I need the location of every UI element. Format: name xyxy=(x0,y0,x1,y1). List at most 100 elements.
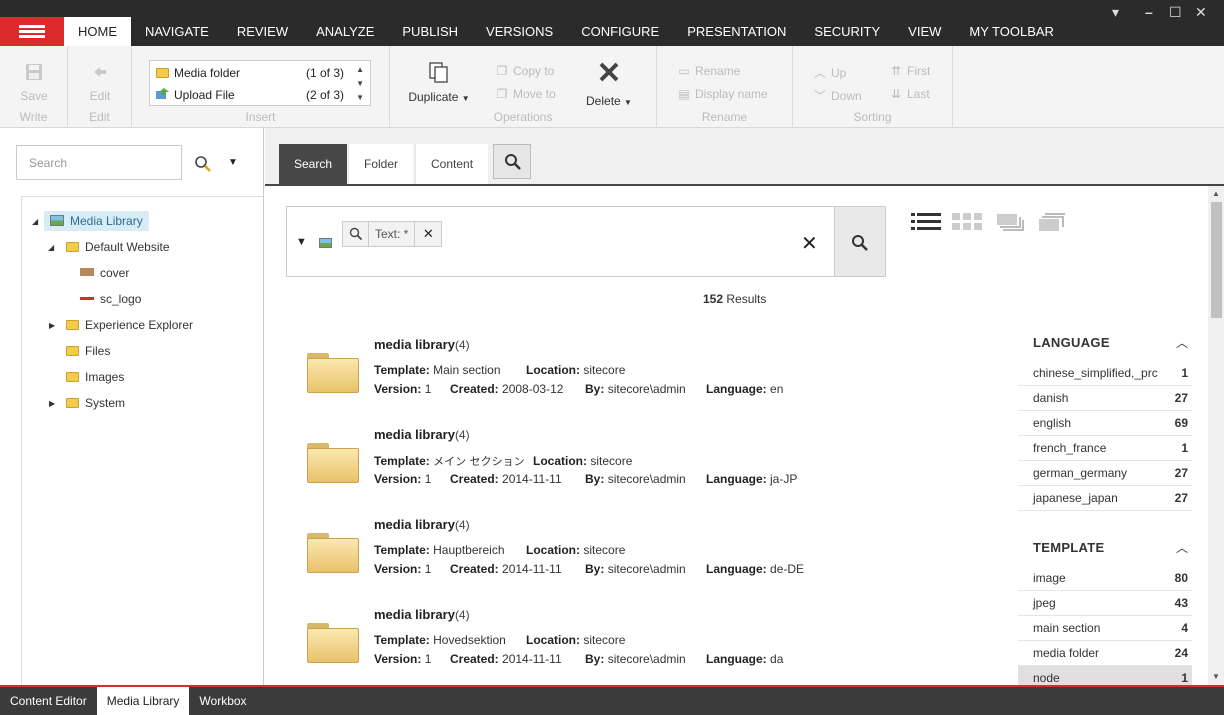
facet-row[interactable]: media folder 24 xyxy=(1018,641,1192,666)
collapse-language-chevron-up-icon[interactable]: ︿ xyxy=(1176,334,1188,351)
operations-group-label: Operations xyxy=(493,110,553,124)
window-menu-icon[interactable]: ▾ xyxy=(1112,4,1119,21)
tree-node-media-library[interactable]: Media Library xyxy=(44,211,149,231)
facet-row[interactable]: danish 27 xyxy=(1018,386,1192,411)
result-item[interactable]: media library(4) Template: Main section L… xyxy=(305,337,1005,407)
scroll-thumb[interactable] xyxy=(1211,202,1222,318)
grid-view-icon[interactable] xyxy=(952,212,984,232)
delete-button[interactable]: Delete ▼ xyxy=(576,60,642,108)
tab-analyze[interactable]: ANALYZE xyxy=(302,17,388,46)
facet-row[interactable]: english 69 xyxy=(1018,411,1192,436)
collapse-template-chevron-up-icon[interactable]: ︿ xyxy=(1176,539,1188,556)
scroll-down-icon[interactable]: ▼ xyxy=(1212,672,1220,681)
results-scrollbar[interactable]: ▲ ▼ xyxy=(1208,186,1224,685)
chevron-down-icon: ▼ xyxy=(461,94,470,103)
chip-search-icon[interactable] xyxy=(343,222,369,246)
tab-versions[interactable]: VERSIONS xyxy=(472,17,567,46)
minimize-icon[interactable]: – xyxy=(1145,4,1153,20)
tree-node-experience-explorer[interactable]: Experience Explorer xyxy=(66,315,193,335)
tab-navigate[interactable]: NAVIGATE xyxy=(131,17,223,46)
tree-node-cover[interactable]: cover xyxy=(80,263,129,283)
tab-workbox[interactable]: Workbox xyxy=(189,687,256,715)
tab-folder[interactable]: Folder xyxy=(349,144,414,184)
result-item[interactable]: media library(4) Template: Hovedsektion L… xyxy=(305,607,1005,677)
tab-presentation[interactable]: PRESENTATION xyxy=(673,17,800,46)
save-label: Save xyxy=(20,89,48,103)
result-title[interactable]: media library(4) xyxy=(374,337,470,352)
insert-media-folder[interactable]: Media folder (1 of 3) xyxy=(156,63,352,83)
chip-remove-icon[interactable]: ✕ xyxy=(415,222,441,246)
edit-button[interactable]: Edit xyxy=(68,62,132,103)
result-meta-line-2: Version: 1 Created: 2014-11-11 By: sitecor… xyxy=(374,652,784,666)
tab-media-library[interactable]: Media Library xyxy=(96,687,190,715)
tab-view[interactable]: VIEW xyxy=(894,17,955,46)
facet-row[interactable]: main section 4 xyxy=(1018,616,1192,641)
tab-content[interactable]: Content xyxy=(415,144,489,184)
tree-search-box xyxy=(16,145,182,180)
media-search-box[interactable]: ▼ Text: * ✕ ✕ xyxy=(286,206,835,277)
insert-group-label: Insert xyxy=(245,110,276,124)
clear-search-icon[interactable]: ✕ xyxy=(801,231,818,256)
result-item[interactable]: media library(4) Template: メイン セクション Loca… xyxy=(305,427,1005,497)
list-view-icon[interactable] xyxy=(911,212,941,232)
close-icon[interactable]: ✕ xyxy=(1195,4,1207,21)
folder-icon xyxy=(66,372,79,382)
rename-button[interactable]: ▭ Rename xyxy=(677,64,740,78)
maximize-icon[interactable]: ☐ xyxy=(1169,4,1182,21)
tab-search[interactable]: Search xyxy=(279,144,348,184)
tree-toggle-system[interactable]: ▶ xyxy=(49,399,55,408)
facet-row[interactable]: image 80 xyxy=(1018,566,1192,591)
up-button[interactable]: ︿ Up xyxy=(813,64,846,81)
tree-toggle-experience-explorer[interactable]: ▶ xyxy=(49,321,55,330)
tab-search-icon-button[interactable] xyxy=(493,144,531,179)
result-title[interactable]: media library(4) xyxy=(374,517,470,532)
search-submit-button[interactable] xyxy=(834,206,886,277)
search-options-dropdown-icon[interactable]: ▼ xyxy=(228,157,238,168)
tile-view-icon[interactable] xyxy=(995,212,1025,232)
tab-review[interactable]: REVIEW xyxy=(223,17,302,46)
down-button[interactable]: ﹀ Down xyxy=(813,87,862,104)
insert-upload-file[interactable]: Upload File (2 of 3) xyxy=(156,85,352,105)
filter-toggle-icon[interactable]: ▼ xyxy=(296,236,307,248)
hamburger-menu-button[interactable] xyxy=(0,17,64,46)
duplicate-button[interactable]: Duplicate ▼ xyxy=(404,60,474,104)
last-button[interactable]: ⇊ Last xyxy=(889,87,930,101)
facet-row[interactable]: jpeg 43 xyxy=(1018,591,1192,616)
thumbnail-view-icon[interactable] xyxy=(1037,212,1067,232)
tree-toggle-media-library[interactable]: ◢ xyxy=(32,217,38,226)
save-button[interactable]: Save xyxy=(0,62,68,103)
tree-node-system[interactable]: System xyxy=(66,393,125,413)
result-title[interactable]: media library(4) xyxy=(374,607,470,622)
display-name-button[interactable]: ▤ Display name xyxy=(677,87,767,101)
move-to-button[interactable]: ❐ Move to xyxy=(495,87,556,101)
facet-row[interactable]: chinese_simplified,_prc 1 xyxy=(1018,361,1192,386)
result-meta-line-1: Template: Hovedsektion Location: sitecore xyxy=(374,633,626,647)
facet-row[interactable]: node 1 xyxy=(1018,666,1192,685)
facet-row[interactable]: german_germany 27 xyxy=(1018,461,1192,486)
tab-home[interactable]: HOME xyxy=(64,17,131,46)
insert-scroll-arrows[interactable]: ▲ ▼ ▼ xyxy=(356,63,364,105)
tree-search-input[interactable] xyxy=(17,146,181,179)
facet-row[interactable]: french_france 1 xyxy=(1018,436,1192,461)
tree-node-default-website[interactable]: Default Website xyxy=(66,237,170,257)
image-thumbnail-icon xyxy=(80,268,94,276)
facet-title-language: LANGUAGE xyxy=(1033,335,1110,350)
tree-toggle-default-website[interactable]: ◢ xyxy=(48,243,54,252)
search-icon[interactable] xyxy=(194,155,212,173)
first-button[interactable]: ⇈ First xyxy=(889,64,930,78)
scroll-up-icon[interactable]: ▲ xyxy=(1212,189,1220,198)
tab-my-toolbar[interactable]: MY TOOLBAR xyxy=(955,17,1068,46)
tree-node-images[interactable]: Images xyxy=(66,367,124,387)
result-item[interactable]: media library(4) Template: Hauptbereich L… xyxy=(305,517,1005,587)
result-title[interactable]: media library(4) xyxy=(374,427,470,442)
copy-to-button[interactable]: ❐ Copy to xyxy=(495,64,555,78)
tab-security[interactable]: SECURITY xyxy=(800,17,894,46)
tree-node-sc-logo[interactable]: sc_logo xyxy=(80,289,141,309)
tab-publish[interactable]: PUBLISH xyxy=(388,17,472,46)
edit-label: Edit xyxy=(89,89,111,103)
media-type-icon xyxy=(319,238,332,248)
tab-configure[interactable]: CONFIGURE xyxy=(567,17,673,46)
facet-row[interactable]: japanese_japan 27 xyxy=(1018,486,1192,511)
tree-node-files[interactable]: Files xyxy=(66,341,110,361)
tab-content-editor[interactable]: Content Editor xyxy=(0,687,97,715)
